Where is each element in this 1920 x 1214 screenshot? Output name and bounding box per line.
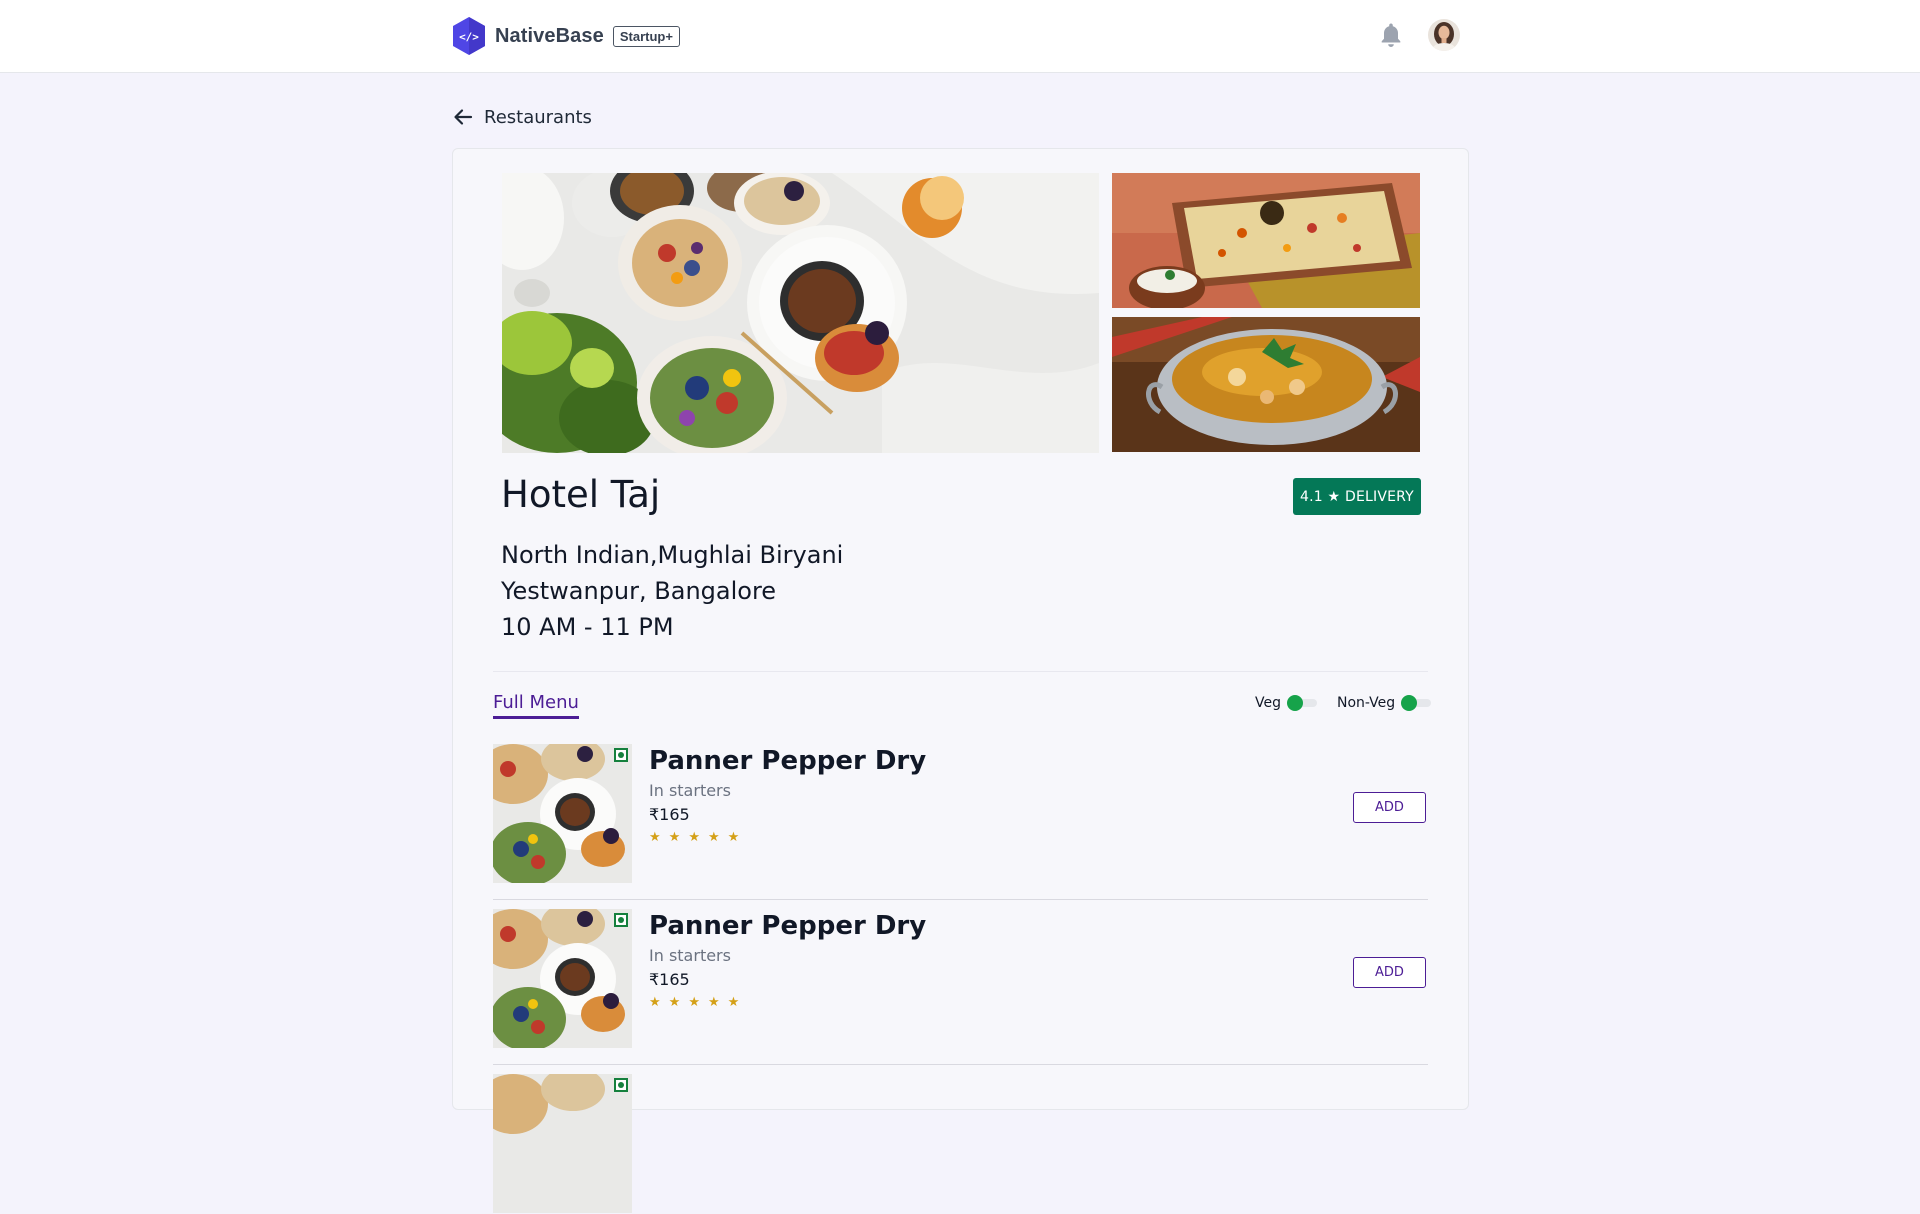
brand-logo[interactable]: </> NativeBase Startup+ bbox=[451, 16, 680, 56]
veg-filter: Veg bbox=[1255, 695, 1317, 711]
star-icon: ★ bbox=[649, 995, 661, 1010]
menu-item-price: ₹165 bbox=[649, 805, 690, 824]
restaurant-cuisine: North Indian,Mughlai Biryani bbox=[501, 541, 844, 569]
star-icon: ★ bbox=[668, 830, 681, 845]
veg-filter-label: Veg bbox=[1255, 695, 1281, 711]
menu-item-name: Panner Pepper Dry bbox=[649, 911, 927, 941]
brand-name: NativeBase bbox=[495, 24, 604, 47]
menu-item bbox=[493, 1074, 1428, 1214]
arrow-left-icon bbox=[454, 109, 473, 125]
star-icon: ★ bbox=[688, 995, 700, 1010]
non-veg-toggle[interactable] bbox=[1401, 695, 1432, 711]
rating-delivery-badge: 4.1 ★ DELIVERY bbox=[1293, 478, 1421, 515]
non-veg-filter: Non-Veg bbox=[1337, 695, 1432, 711]
veg-indicator-icon bbox=[614, 748, 628, 762]
tab-full-menu[interactable]: Full Menu bbox=[493, 692, 579, 719]
item-divider bbox=[493, 1064, 1428, 1065]
menu-item-category: In starters bbox=[649, 946, 731, 965]
menu-item-rating: ★ ★ ★ ★ ★ bbox=[649, 995, 747, 1010]
section-divider bbox=[493, 671, 1428, 672]
menu-item: Panner Pepper Dry In starters ₹165 ★ ★ ★… bbox=[493, 909, 1428, 1065]
bell-icon[interactable] bbox=[1379, 22, 1403, 48]
add-to-cart-button[interactable]: ADD bbox=[1353, 792, 1426, 823]
veg-toggle[interactable] bbox=[1287, 695, 1317, 711]
star-icon: ★ bbox=[727, 995, 740, 1010]
logo-glyph: </> bbox=[459, 31, 479, 44]
star-icon: ★ bbox=[707, 830, 720, 845]
menu-item-image bbox=[493, 1074, 632, 1213]
top-navbar: </> NativeBase Startup+ bbox=[0, 0, 1920, 73]
restaurant-card: Hotel Taj 4.1 ★ DELIVERY North Indian,Mu… bbox=[452, 148, 1469, 1213]
menu-item-price: ₹165 bbox=[649, 970, 690, 989]
add-to-cart-button[interactable]: ADD bbox=[1353, 957, 1426, 988]
menu-item-rating: ★ ★ ★ ★ ★ bbox=[649, 830, 747, 845]
plan-badge: Startup+ bbox=[612, 25, 680, 47]
nativebase-logo-icon: </> bbox=[453, 17, 485, 55]
star-icon: ★ bbox=[727, 830, 740, 845]
hero-image-curry bbox=[1112, 317, 1420, 452]
back-link-label: Restaurants bbox=[484, 106, 592, 128]
restaurant-location: Yestwanpur, Bangalore bbox=[501, 577, 777, 605]
user-avatar[interactable] bbox=[1428, 19, 1460, 51]
star-icon: ★ bbox=[649, 830, 661, 845]
menu-item-image bbox=[493, 744, 632, 883]
menu-item-name: Panner Pepper Dry bbox=[649, 746, 927, 776]
menu-item-category: In starters bbox=[649, 781, 731, 800]
item-divider bbox=[493, 899, 1428, 900]
star-icon: ★ bbox=[707, 995, 720, 1010]
star-icon: ★ bbox=[688, 830, 700, 845]
veg-indicator-icon bbox=[614, 913, 628, 927]
hero-image-main bbox=[502, 173, 1099, 453]
restaurant-name: Hotel Taj bbox=[501, 473, 661, 516]
back-to-restaurants-link[interactable]: Restaurants bbox=[452, 106, 592, 128]
menu-item-image bbox=[493, 909, 632, 1048]
menu-item: Panner Pepper Dry In starters ₹165 ★ ★ ★… bbox=[493, 744, 1428, 900]
veg-indicator-icon bbox=[614, 1078, 628, 1092]
hero-image-biryani bbox=[1112, 173, 1420, 308]
restaurant-hours: 10 AM - 11 PM bbox=[501, 613, 674, 641]
non-veg-filter-label: Non-Veg bbox=[1337, 695, 1396, 711]
star-icon: ★ bbox=[668, 995, 681, 1010]
